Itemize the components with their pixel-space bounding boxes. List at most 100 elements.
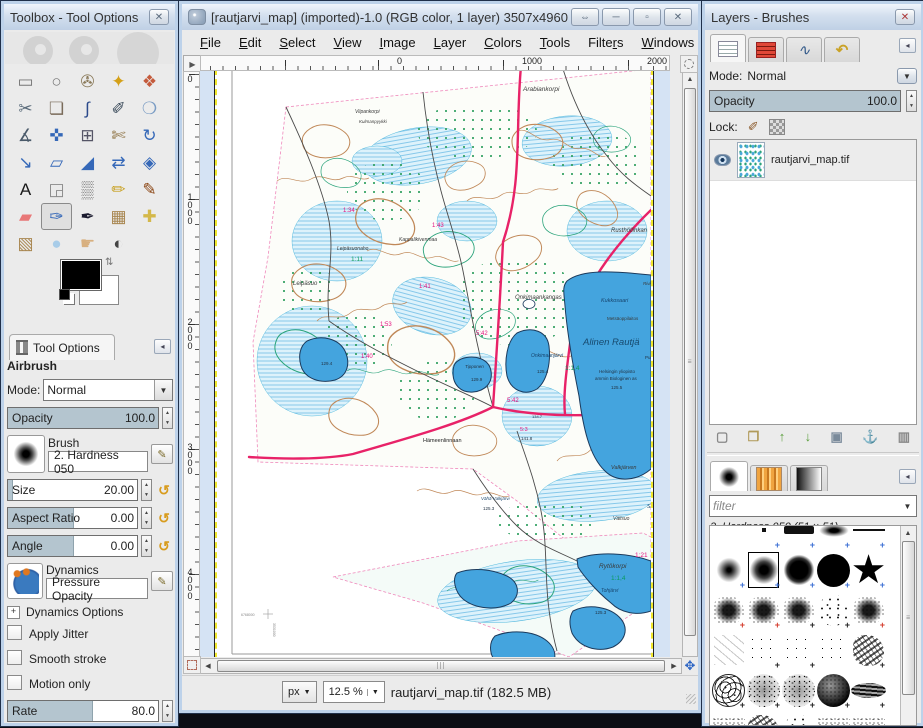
tool-heal[interactable]: ✚ — [134, 203, 165, 230]
tool-text[interactable]: A — [10, 176, 41, 203]
brush-cell[interactable]: + — [746, 550, 781, 590]
tool-color-picker[interactable]: ✐ — [103, 95, 134, 122]
brush-cell[interactable] — [711, 630, 746, 670]
brush-thumbnail-button[interactable] — [7, 435, 45, 473]
menu-view[interactable]: View — [326, 34, 370, 51]
brush-cell[interactable]: + — [746, 525, 781, 550]
unit-select[interactable]: px ▼ — [282, 681, 317, 703]
brush-cell[interactable] — [816, 630, 851, 670]
swap-colors-icon[interactable]: ⇅ — [105, 257, 113, 268]
tab-undo-history[interactable]: ↶ — [824, 37, 860, 62]
aspect-ratio-slider[interactable]: Aspect Ratio 0.00 — [7, 507, 138, 529]
size-slider[interactable]: Size 20.00 — [7, 479, 138, 501]
tab-brushes[interactable] — [710, 461, 748, 491]
aspect-spinner[interactable]: ▲▼ — [141, 507, 152, 529]
brush-cell[interactable]: + — [816, 670, 851, 710]
brush-cell[interactable]: + — [711, 590, 746, 630]
tool-smudge[interactable]: ☛ — [72, 230, 103, 257]
tool-rotate[interactable]: ↻ — [134, 122, 165, 149]
reset-angle-icon[interactable]: ↺ — [155, 537, 173, 555]
angle-spinner[interactable]: ▲▼ — [141, 535, 152, 557]
restore-button[interactable]: ▫ — [633, 8, 661, 26]
edit-brush-icon[interactable]: ✎ — [151, 444, 173, 464]
mode-select[interactable]: Normal ▼ — [43, 379, 173, 401]
menu-colors[interactable]: Colors — [476, 34, 530, 51]
smooth-stroke-checkbox[interactable]: Smooth stroke — [7, 650, 173, 666]
new-layer-group-button[interactable]: ❐ — [748, 429, 760, 445]
tool-shear[interactable]: ▱ — [41, 149, 72, 176]
horizontal-scrollbar[interactable]: ◀ ▶ ||| — [200, 658, 682, 674]
tool-bucket-fill[interactable]: ◲ — [41, 176, 72, 203]
close-button[interactable]: ✕ — [664, 8, 692, 26]
lower-layer-button[interactable]: ↓ — [805, 429, 812, 445]
zoom-follow-window-icon[interactable] — [680, 55, 698, 73]
tool-perspective[interactable]: ◢ — [72, 149, 103, 176]
layer-opacity-slider[interactable]: Opacity 100.0 — [709, 90, 901, 112]
duplicate-layer-button[interactable]: ▣ — [830, 429, 842, 445]
menu-windows[interactable]: Windows — [634, 34, 703, 51]
brush-cell[interactable]: + — [746, 670, 781, 710]
layer-row[interactable]: rautjarvi_map.tif — [710, 140, 916, 181]
size-spinner[interactable]: ▲▼ — [141, 479, 152, 501]
apply-jitter-checkbox[interactable]: Apply Jitter — [7, 625, 173, 641]
close-button[interactable]: ✕ — [895, 9, 915, 25]
tool-airbrush[interactable]: ✑ — [41, 203, 72, 230]
brush-cell[interactable]: + — [816, 550, 851, 590]
brush-cell[interactable]: + — [746, 630, 781, 670]
brush-cell[interactable] — [816, 710, 851, 726]
tool-clone[interactable]: ▦ — [103, 203, 134, 230]
rate-spinner[interactable]: ▲▼ — [162, 700, 173, 722]
foreground-color-swatch[interactable] — [61, 260, 101, 290]
tool-rectangle-select[interactable]: ▭ — [10, 68, 41, 95]
brush-cell[interactable]: + — [781, 630, 816, 670]
brush-scrollbar[interactable]: ▲ ≡ — [900, 526, 916, 725]
collapse-arrow-icon[interactable]: ◂ — [899, 38, 916, 53]
tool-blur-sharpen[interactable]: ● — [41, 230, 72, 257]
tab-layers[interactable] — [710, 34, 746, 62]
brush-cell[interactable] — [711, 525, 746, 550]
brush-cell[interactable]: + — [851, 525, 886, 550]
tool-select-by-color[interactable]: ❖ — [134, 68, 165, 95]
tool-flip[interactable]: ⇄ — [103, 149, 134, 176]
tab-patterns[interactable] — [750, 465, 788, 491]
menu-tools[interactable]: Tools — [532, 34, 578, 51]
tool-cage-transform[interactable]: ◈ — [134, 149, 165, 176]
brush-cell[interactable]: + — [851, 630, 886, 670]
vertical-ruler[interactable]: 01000200030004000 — [183, 71, 200, 657]
tool-crop[interactable]: ✄ — [103, 122, 134, 149]
dynamics-thumbnail-button[interactable] — [7, 563, 43, 599]
motion-only-checkbox[interactable]: Motion only — [7, 675, 173, 691]
layer-mode-dropdown[interactable]: ▼ — [897, 68, 917, 84]
tool-pencil[interactable]: ✏ — [103, 176, 134, 203]
layer-opacity-spinner[interactable]: ▲▼ — [906, 90, 917, 112]
tool-eraser[interactable]: ▰ — [10, 203, 41, 230]
default-colors-icon[interactable] — [59, 289, 70, 300]
layer-list[interactable]: rautjarvi_map.tif — [709, 139, 917, 425]
anchor-layer-button[interactable]: ⚓ — [862, 429, 878, 445]
zoom-select[interactable]: 12.5 % ▼ — [323, 681, 385, 703]
delete-layer-button[interactable]: ▥ — [898, 429, 910, 445]
brush-cell[interactable]: + — [781, 550, 816, 590]
menu-layer[interactable]: Layer — [426, 34, 475, 51]
minimize-button[interactable]: ─ — [602, 8, 630, 26]
brush-cell[interactable]: + — [781, 670, 816, 710]
collapse-arrow-icon[interactable]: ◂ — [154, 339, 171, 354]
brush-cell[interactable] — [746, 710, 781, 726]
brush-cell[interactable]: + — [816, 525, 851, 550]
tool-measure[interactable]: ∡ — [10, 122, 41, 149]
layers-titlebar[interactable]: Layers - Brushes ✕ — [705, 4, 921, 30]
tab-paths[interactable]: ∿ — [786, 37, 822, 62]
brush-cell[interactable]: + — [851, 590, 886, 630]
close-button[interactable]: ✕ — [149, 9, 169, 25]
reset-size-icon[interactable]: ↺ — [155, 481, 173, 499]
resize-grip[interactable] — [686, 694, 696, 704]
opacity-spinner[interactable]: ▲▼ — [162, 407, 173, 429]
tool-gradient[interactable]: ▒ — [72, 176, 103, 203]
horizontal-ruler[interactable]: 0100020003000 — [200, 55, 670, 71]
rate-slider[interactable]: Rate 80.0 — [7, 700, 159, 722]
swap-icon[interactable]: ⇔ — [571, 8, 599, 26]
brush-cell[interactable]: + — [816, 590, 851, 630]
brush-cell[interactable]: ★+ — [851, 550, 886, 590]
tab-gradients[interactable] — [790, 465, 828, 491]
navigation-icon[interactable]: ✥ — [682, 658, 698, 674]
